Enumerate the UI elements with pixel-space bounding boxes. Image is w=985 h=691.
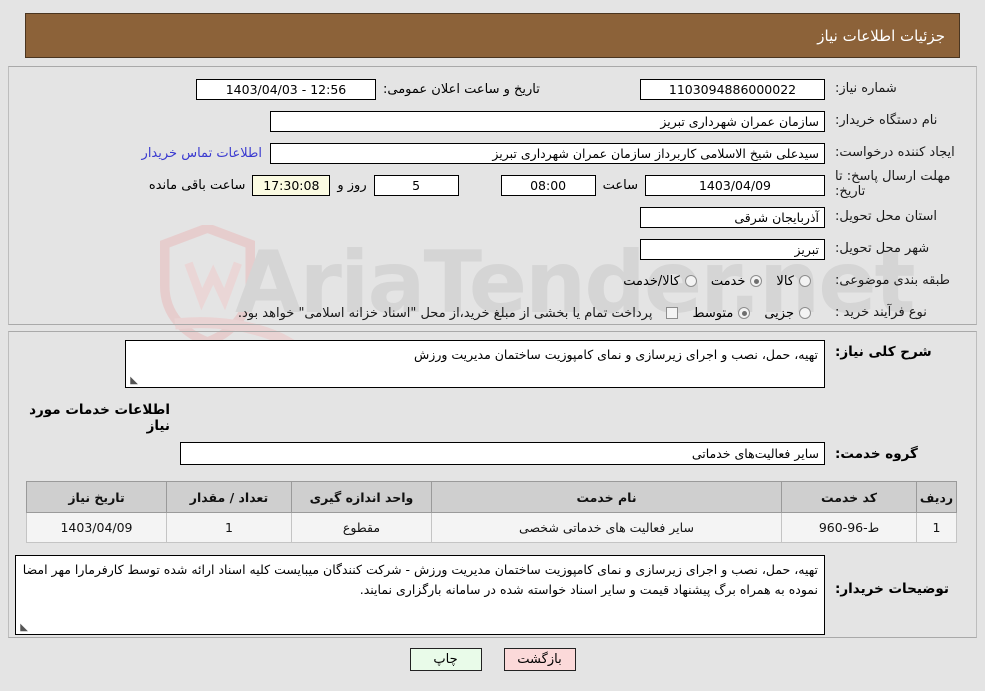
- row-need-number: شماره نیاز: 1103094886000022 تاریخ و ساع…: [10, 74, 975, 104]
- radio-purchase-medium-label: متوسط: [692, 305, 734, 321]
- row-buyer-org: نام دستگاه خریدار: سازمان عمران شهرداری …: [10, 106, 975, 136]
- need-description-label: شرح کلی نیاز:: [835, 344, 932, 360]
- announce-datetime-label: تاریخ و ساعت اعلان عمومی:: [383, 81, 540, 97]
- resize-grip-icon[interactable]: ◣: [128, 376, 138, 386]
- cell-service-code: ط-96-960: [781, 512, 917, 543]
- cell-quantity: 1: [166, 512, 292, 543]
- buyer-notes-label: توضیحات خریدار:: [835, 581, 949, 597]
- table-row: 1 ط-96-960 سایر فعالیت های خدماتی شخصی م…: [26, 512, 957, 543]
- col-index: ردیف: [916, 481, 957, 513]
- row-creator: ایجاد کننده درخواست: سیدعلی شیخ الاسلامی…: [10, 138, 975, 168]
- radio-category-goods-service-label: کالا/خدمت: [623, 273, 680, 289]
- announce-datetime-value: 12:56 - 1403/04/03: [196, 78, 376, 100]
- services-section-title: اطلاعات خدمات مورد نیاز: [29, 402, 170, 434]
- cell-service-name: سایر فعالیت های خدماتی شخصی: [431, 512, 782, 543]
- service-group-label: گروه خدمت:: [835, 445, 918, 462]
- need-number-label: شماره نیاز:: [835, 80, 897, 96]
- row-province: استان محل تحویل: آذربایجان شرقی: [10, 202, 975, 232]
- col-quantity: تعداد / مقدار: [166, 481, 292, 513]
- need-number-value: 1103094886000022: [640, 78, 825, 100]
- page-title: جزئیات اطلاعات نیاز: [817, 26, 945, 45]
- treasury-note-label: پرداخت تمام یا بخشی از مبلغ خرید،از محل …: [237, 305, 653, 321]
- need-description-value: تهیه، حمل، نصب و اجرای زیرسازی و نمای کا…: [414, 347, 818, 362]
- radio-purchase-minor[interactable]: [799, 307, 811, 319]
- buyer-contact-link[interactable]: اطلاعات تماس خریدار: [134, 146, 270, 161]
- buyer-org-label: نام دستگاه خریدار:: [835, 112, 938, 128]
- remaining-days-label: روز و: [337, 177, 367, 193]
- purchase-type-label: نوع فرآیند خرید :: [835, 304, 927, 320]
- print-button[interactable]: چاپ: [409, 648, 482, 671]
- col-service-code: کد خدمت: [781, 481, 917, 513]
- need-info-form: شماره نیاز: 1103094886000022 تاریخ و ساع…: [10, 74, 975, 330]
- row-service-group: گروه خدمت: سایر فعالیت‌های خدماتی: [10, 442, 975, 465]
- creator-label: ایجاد کننده درخواست:: [835, 144, 955, 160]
- countdown-label: ساعت باقی مانده: [148, 177, 246, 193]
- back-button[interactable]: بازگشت: [503, 648, 576, 671]
- city-value: تبریز: [640, 238, 825, 260]
- countdown-value: 17:30:08: [252, 174, 331, 196]
- row-deadline: مهلت ارسال پاسخ: تا تاریخ: 1403/04/09 سا…: [10, 169, 975, 200]
- cell-unit: مقطوع: [291, 512, 432, 543]
- cell-need-date: 1403/04/09: [26, 512, 167, 543]
- deadline-time-value: 08:00: [500, 174, 596, 196]
- city-label: شهر محل تحویل:: [835, 240, 930, 256]
- deadline-time-label: ساعت: [602, 177, 638, 193]
- buyer-notes-value: تهیه، حمل، نصب و اجرای زیرسازی و نمای کا…: [22, 562, 818, 597]
- category-label: طبقه بندی موضوعی:: [835, 272, 951, 288]
- radio-category-goods-label: کالا: [776, 273, 794, 289]
- radio-category-goods-service[interactable]: [684, 275, 697, 287]
- service-group-value: سایر فعالیت‌های خدماتی: [180, 442, 825, 465]
- province-value: آذربایجان شرقی: [640, 206, 825, 228]
- province-label: استان محل تحویل:: [835, 208, 937, 224]
- deadline-label: مهلت ارسال پاسخ: تا تاریخ:: [835, 169, 951, 199]
- radio-category-service-label: خدمت: [710, 273, 746, 289]
- buyer-org-value: سازمان عمران شهرداری تبریز: [270, 110, 825, 132]
- col-service-name: نام خدمت: [431, 481, 782, 513]
- page-root: AriaTender.net جزئیات اطلاعات نیاز شماره…: [0, 0, 985, 691]
- radio-purchase-minor-label: جزیی: [764, 305, 794, 321]
- checkbox-treasury-documents[interactable]: [666, 307, 679, 319]
- row-buyer-notes: توضیحات خریدار: تهیه، حمل، نصب و اجرای ز…: [10, 555, 975, 635]
- creator-value: سیدعلی شیخ الاسلامی کاربرداز سازمان عمرا…: [270, 142, 825, 164]
- need-description-textarea[interactable]: تهیه، حمل، نصب و اجرای زیرسازی و نمای کا…: [125, 340, 825, 388]
- row-city: شهر محل تحویل: تبریز: [10, 234, 975, 264]
- action-button-bar: بازگشت چاپ: [0, 648, 985, 671]
- row-purchase-type: نوع فرآیند خرید : جزیی متوسط پرداخت تمام…: [10, 298, 975, 328]
- radio-purchase-medium[interactable]: [738, 307, 751, 319]
- cell-index: 1: [916, 512, 957, 543]
- row-need-description: شرح کلی نیاز: تهیه، حمل، نصب و اجرای زیر…: [10, 340, 975, 388]
- need-details-section: شرح کلی نیاز: تهیه، حمل، نصب و اجرای زیر…: [10, 340, 975, 635]
- col-need-date: تاریخ نیاز: [26, 481, 167, 513]
- page-title-bar: جزئیات اطلاعات نیاز: [25, 13, 960, 58]
- table-header-row: ردیف کد خدمت نام خدمت واحد اندازه گیری ت…: [26, 481, 957, 513]
- buyer-notes-textarea[interactable]: تهیه، حمل، نصب و اجرای زیرسازی و نمای کا…: [15, 555, 825, 635]
- deadline-date-value: 1403/04/09: [645, 174, 825, 196]
- radio-category-service[interactable]: [750, 275, 763, 287]
- remaining-days-value: 5: [373, 174, 459, 196]
- col-unit: واحد اندازه گیری: [291, 481, 432, 513]
- services-table: ردیف کد خدمت نام خدمت واحد اندازه گیری ت…: [26, 481, 957, 543]
- radio-category-goods[interactable]: [799, 275, 811, 287]
- row-category: طبقه بندی موضوعی: کالا خدمت کالا/خدمت: [10, 266, 975, 296]
- resize-grip-icon[interactable]: ◣: [18, 623, 28, 633]
